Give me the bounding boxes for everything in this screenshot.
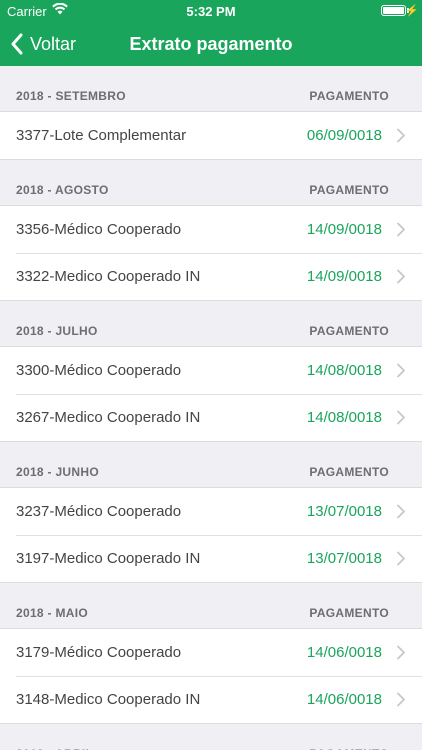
payment-date: 06/09/0018 — [306, 127, 382, 144]
payment-date: 14/08/0018 — [306, 409, 382, 426]
payment-date: 14/09/0018 — [306, 268, 382, 285]
chevron-right-icon — [397, 363, 405, 378]
section-list: 3300-Médico Cooperado 14/08/0018 3267-Medi… — [0, 346, 422, 442]
statement-label: 3300-Médico Cooperado — [16, 362, 182, 379]
section-month: 2018 - SETEMBRO — [16, 89, 126, 103]
section-header: 2018 - MAIO PAGAMENTO — [0, 583, 422, 628]
navigation-bar: Voltar Extrato pagamento — [0, 22, 422, 66]
statement-label: 3377-Lote Complementar — [16, 127, 187, 144]
statement-row[interactable]: 3148-Medico Cooperado IN 14/06/0018 — [0, 676, 422, 723]
chevron-right-icon — [397, 551, 405, 566]
chevron-right-icon — [397, 410, 405, 425]
section-header: 2018 - AGOSTO PAGAMENTO — [0, 160, 422, 205]
chevron-right-icon — [397, 504, 405, 519]
statement-label: 3179-Médico Cooperado — [16, 644, 182, 661]
section-list: 3377-Lote Complementar 06/09/0018 — [0, 111, 422, 160]
status-bar: Carrier 5:32 PM ⚡ — [0, 0, 422, 22]
section-column-label: PAGAMENTO — [309, 606, 389, 620]
clock-time: 5:32 PM — [186, 4, 236, 19]
section-month: 2018 - JUNHO — [16, 465, 99, 479]
section-column-label: PAGAMENTO — [309, 183, 389, 197]
section-list: 3179-Médico Cooperado 14/06/0018 3148-Medi… — [0, 628, 422, 724]
statement-row[interactable]: 3179-Médico Cooperado 14/06/0018 — [0, 629, 422, 676]
statement-label: 3356-Médico Cooperado — [16, 221, 182, 238]
chevron-right-icon — [397, 645, 405, 660]
payment-statement-list[interactable]: 2018 - SETEMBRO PAGAMENTO 3377-Lote Comple… — [0, 66, 422, 750]
statement-label: 3148-Medico Cooperado IN — [16, 691, 201, 708]
payment-date: 14/08/0018 — [306, 362, 382, 379]
section-list: 3237-Médico Cooperado 13/07/0018 3197-Medi… — [0, 487, 422, 583]
payment-date: 14/09/0018 — [306, 221, 382, 238]
statement-row[interactable]: 3237-Médico Cooperado 13/07/0018 — [0, 488, 422, 535]
section-month: 2018 - MAIO — [16, 606, 88, 620]
chevron-right-icon — [397, 692, 405, 707]
statement-label: 3322-Medico Cooperado IN — [16, 268, 201, 285]
chevron-right-icon — [397, 222, 405, 237]
app-header: Carrier 5:32 PM ⚡ Voltar Extrato pagamen… — [0, 0, 422, 66]
statement-label: 3197-Medico Cooperado IN — [16, 550, 201, 567]
payment-date: 14/06/0018 — [306, 644, 382, 661]
statement-label: 3267-Medico Cooperado IN — [16, 409, 201, 426]
chevron-right-icon — [397, 269, 405, 284]
charging-bolt-icon: ⚡ — [405, 5, 419, 17]
section-column-label: PAGAMENTO — [309, 324, 389, 338]
section-header: 2018 - ABRILPAGAMENTO — [0, 724, 422, 750]
chevron-right-icon — [397, 128, 405, 143]
statement-label: 3237-Médico Cooperado — [16, 503, 182, 520]
statement-row[interactable]: 3197-Medico Cooperado IN 13/07/0018 — [0, 535, 422, 582]
page-title: Extrato pagamento — [129, 34, 293, 54]
section-header: 2018 - JUNHO PAGAMENTO — [0, 442, 422, 487]
statement-row[interactable]: 3356-Médico Cooperado 14/09/0018 — [0, 206, 422, 253]
section-header: 2018 - SETEMBRO PAGAMENTO — [0, 66, 422, 111]
payment-date: 13/07/0018 — [306, 550, 382, 567]
section-month: 2018 - AGOSTO — [16, 183, 109, 197]
statement-row[interactable]: 3322-Medico Cooperado IN 14/09/0018 — [0, 253, 422, 300]
statement-row[interactable]: 3300-Médico Cooperado 14/08/0018 — [0, 347, 422, 394]
battery-icon — [381, 5, 406, 16]
statement-row[interactable]: 3267-Medico Cooperado IN 14/08/0018 — [0, 394, 422, 441]
section-column-label: PAGAMENTO — [309, 465, 389, 479]
section-header: 2018 - JULHO PAGAMENTO — [0, 301, 422, 346]
payment-date: 13/07/0018 — [306, 503, 382, 520]
payment-date: 14/06/0018 — [306, 691, 382, 708]
section-list: 3356-Médico Cooperado 14/09/0018 3322-Medi… — [0, 205, 422, 301]
statement-row[interactable]: 3377-Lote Complementar 06/09/0018 — [0, 112, 422, 159]
section-column-label: PAGAMENTO — [309, 89, 389, 103]
section-month: 2018 - JULHO — [16, 324, 98, 338]
